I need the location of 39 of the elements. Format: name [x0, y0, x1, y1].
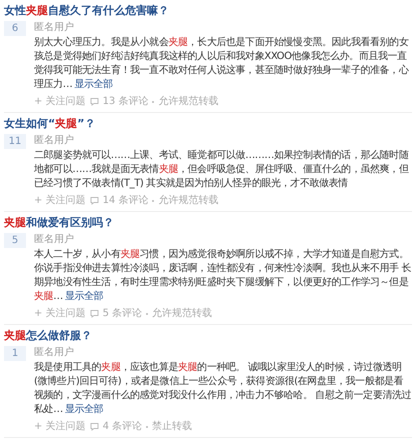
- repost-status: 允许规范转载: [158, 194, 218, 207]
- answer-excerpt: 我是使用工具的夹腿，应该也算是夹腿的一种吧。 诚哦以家里没人的时候，诗过微透明(微博些片)回日可待)，或者是微信上一些公众号，获得资源很(在网盘里，我一般都是看视频的，文字漫画什么的感觉对我没什么作用，冲击力不够哈哈。 自慰之前一定要清洗过私处… 显示全部: [34, 361, 412, 417]
- comment-icon: [90, 422, 99, 431]
- answer-excerpt: 本人二十岁，从小有夹腿习惯，因为感觉很奇妙啊所以戒不掉，大学才知道是自慰方式。你说手指没伸进去算性冷淡吗，废话啊，连性都没有，何来性冷淡啊。我也从来不用手 长期异地没有性生活，有时生理需求特别旺盛时夹下腿缓解下，以便更好的工作学习～但是 夹腿… 显示全部: [34, 248, 412, 304]
- follow-question-link[interactable]: + 关注问题: [34, 420, 86, 433]
- comment-icon: [90, 97, 99, 106]
- answer-excerpt: 别太大心理压力。我是从小就会夹腿，长大后也是下面开始慢慢变黑。因此我看看别的女孩总是觉得她们好纯洁好纯真我这样的人以后和我对象XXOO他像我怎么办。而且我一直觉得我可能无法生育！我一直不敢对任何人说这事，甚至随时做好独身一辈子的准备，心理压力… 显示全部: [34, 36, 410, 92]
- follow-question-link[interactable]: + 关注问题: [34, 95, 86, 108]
- vote-count[interactable]: 6: [4, 21, 26, 36]
- repost-status: 允许规范转载: [158, 95, 218, 108]
- follow-question-link[interactable]: + 关注问题: [34, 194, 86, 207]
- separator-dot: [146, 426, 148, 428]
- follow-question-link[interactable]: + 关注问题: [34, 307, 86, 320]
- answer-excerpt: 二郎腿姿势就可以……上课、考试、睡觉都可以做………如果控制表情的话，那么随时随地都可以……我就是面无表情夹腿，但会呼吸急促、屏住呼吸、僵直什么的，虽然爽，但已经习惯了不做表情(T_T) 其实就是因为怕别人怪异的眼光，才不敢做表情: [34, 149, 410, 191]
- show-all-link[interactable]: 显示全部: [64, 404, 104, 415]
- separator-dot: [152, 200, 154, 202]
- author-name: 匿名用户: [34, 346, 75, 359]
- question-link[interactable]: 女生如何“夹腿”？: [4, 117, 412, 131]
- author-name: 匿名用户: [34, 21, 75, 34]
- show-all-link[interactable]: 显示全部: [74, 79, 113, 90]
- show-all-link[interactable]: 显示全部: [64, 291, 104, 302]
- vote-count[interactable]: 1: [4, 346, 26, 361]
- separator-dot: [152, 100, 154, 102]
- question-link[interactable]: 女性夹腿自慰久了有什么危害嘛？: [4, 4, 412, 18]
- comments-link[interactable]: 13 条评论: [102, 95, 148, 108]
- author-name: 匿名用户: [34, 233, 75, 246]
- vote-count[interactable]: 11: [4, 134, 26, 149]
- comment-icon: [90, 309, 99, 318]
- repost-status: 禁止转载: [152, 420, 192, 433]
- comments-link[interactable]: 14 条评论: [102, 194, 148, 207]
- repost-status: 允许规范转载: [152, 307, 212, 320]
- author-name: 匿名用户: [34, 134, 75, 147]
- separator-dot: [146, 312, 148, 314]
- comments-link[interactable]: 4 条评论: [102, 420, 142, 433]
- comments-link[interactable]: 5 条评论: [102, 307, 142, 320]
- vote-count[interactable]: 5: [4, 233, 26, 248]
- question-link[interactable]: 夹腿怎么做舒服？: [4, 329, 412, 343]
- question-link[interactable]: 夹腿和做爱有区别吗？: [4, 216, 412, 230]
- comment-icon: [90, 196, 99, 205]
